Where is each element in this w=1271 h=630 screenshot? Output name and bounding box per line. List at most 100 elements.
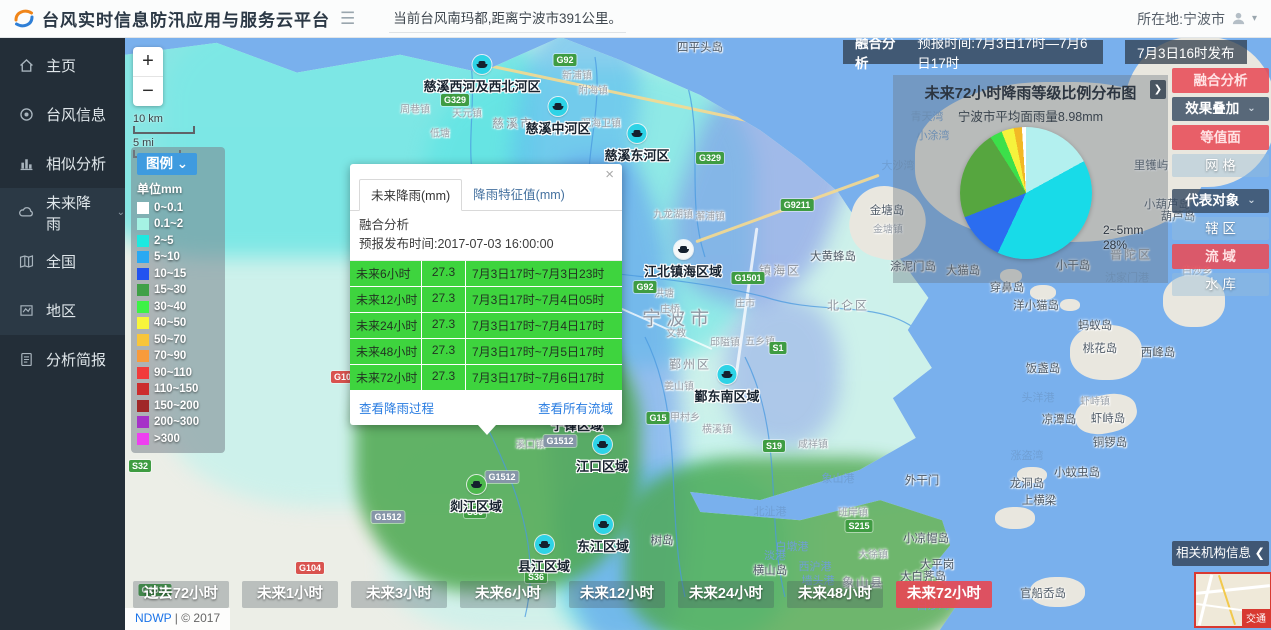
road-badge: G1512: [543, 435, 576, 447]
popup-table-row: 未来6小时27.37月3日17时~7月3日23时: [350, 261, 622, 287]
map-canvas[interactable]: 宁波市慈溪市鄞州区镇海区北仑区普陀区象山县金塘镇周巷镇天元镇低塘新浦镇附海镇观海…: [125, 37, 1271, 630]
popup-tab-1[interactable]: 降雨特征值(mm): [462, 179, 576, 211]
time-button-0[interactable]: 过去72小时: [133, 581, 229, 608]
view-all-basins-link[interactable]: 查看所有流域: [538, 398, 613, 417]
time-button-2[interactable]: 未来3小时: [351, 581, 447, 608]
basin-marker[interactable]: 剡江区域: [450, 475, 502, 515]
sidebar-item-label: 主页: [46, 55, 76, 76]
map-label-town: 附海镇: [578, 82, 608, 97]
layer-control-label: 融合分析: [1194, 73, 1248, 88]
legend-swatch: [137, 433, 149, 445]
time-button-6[interactable]: 未来48小时: [787, 581, 883, 608]
sidebar-item-home[interactable]: 主页: [0, 41, 125, 90]
layer-control-0[interactable]: 融合分析: [1172, 68, 1269, 93]
basin-marker[interactable]: 慈溪东河区: [604, 124, 669, 164]
legend-swatch: [137, 367, 149, 379]
legend-toggle-button[interactable]: 图例 ⌄: [137, 153, 197, 175]
layer-control-4[interactable]: 代表对象⌄: [1172, 189, 1269, 213]
basin-marker[interactable]: 慈溪中河区: [525, 97, 590, 137]
sidebar-item-similar-analysis[interactable]: 相似分析: [0, 139, 125, 188]
basin-marker-icon: [466, 475, 485, 494]
basin-marker[interactable]: 县江区域: [518, 535, 570, 575]
sidebar-item-national[interactable]: 全国: [0, 237, 125, 286]
legend-item: 10~15: [137, 268, 219, 280]
legend-range-label: 30~40: [154, 301, 186, 313]
layer-control-1[interactable]: 效果叠加⌄: [1172, 97, 1269, 121]
sidebar-item-district[interactable]: 地区: [0, 286, 125, 335]
zoom-in-button[interactable]: +: [133, 47, 163, 76]
traffic-minimap[interactable]: 交通: [1194, 572, 1271, 628]
location-selector[interactable]: 所在地:宁波市 ▾: [1137, 9, 1257, 29]
row-value: 27.3: [422, 365, 466, 390]
legend-item: 15~30: [137, 284, 219, 296]
map-label-island: 上横梁: [1022, 492, 1057, 508]
basin-marker[interactable]: 江北镇海区域: [644, 240, 722, 280]
popup-rain-table: 未来6小时27.37月3日17时~7月3日23时未来12小时27.37月3日17…: [350, 261, 622, 391]
map-label-island: 凉潭岛: [1042, 411, 1077, 427]
layer-control-3[interactable]: 网 格: [1172, 154, 1269, 177]
basin-marker[interactable]: 东江区域: [577, 515, 629, 555]
basin-marker-label: 剡江区域: [450, 496, 502, 515]
forecast-range-label: 预报时间:7月3日17时—7月6日17时: [917, 37, 1091, 72]
time-button-3[interactable]: 未来6小时: [460, 581, 556, 608]
legend-item: 50~70: [137, 334, 219, 346]
map-label-island: 大黄蜂岛: [810, 248, 856, 264]
layer-control-7[interactable]: 水 库: [1172, 273, 1269, 296]
map-label-town: 周巷镇: [400, 101, 430, 116]
layer-control-5[interactable]: 辖 区: [1172, 217, 1269, 240]
time-button-1[interactable]: 未来1小时: [242, 581, 338, 608]
view-rain-process-link[interactable]: 查看降雨过程: [359, 398, 434, 417]
typhoon-status-text: 当前台风南玛都,距离宁波市391公里。: [389, 4, 626, 33]
rain-distribution-panel: 未来72小时降雨等级比例分布图 ❯ 宁波市平均面雨量8.98mm 2~5mm 2…: [893, 75, 1168, 283]
chevron-left-icon: ❮: [1255, 546, 1265, 560]
legend-swatch: [137, 400, 149, 412]
legend-range-label: 70~90: [154, 350, 186, 362]
boat-icon: [538, 544, 549, 548]
popup-publish-time: 预报发布时间:2017-07-03 16:00:00: [359, 235, 613, 254]
legend-item: 70~90: [137, 350, 219, 362]
row-period: 未来12小时: [350, 287, 422, 312]
basin-marker[interactable]: 鄞东南区域: [694, 365, 759, 405]
sidebar-item-future-rain[interactable]: 未来降雨⌄: [0, 188, 125, 237]
time-button-5[interactable]: 未来24小时: [678, 581, 774, 608]
layer-control-6[interactable]: 流 域: [1172, 244, 1269, 269]
sidebar-item-analysis-report[interactable]: 分析简报: [0, 335, 125, 384]
ndwp-link[interactable]: NDWP: [135, 611, 171, 625]
sidebar-item-label: 全国: [46, 251, 76, 272]
map-label-island: 桃花岛: [1083, 340, 1118, 356]
map-label-town: 邱隘镇: [710, 334, 740, 349]
basin-marker-icon: [548, 97, 567, 116]
basin-marker-label: 慈溪中河区: [525, 118, 590, 137]
legend-swatch: [137, 218, 149, 230]
basin-marker[interactable]: 江口区域: [576, 435, 628, 475]
map-label-island: 饭盏岛: [1026, 360, 1061, 376]
panel-collapse-button[interactable]: ❯: [1150, 80, 1166, 99]
time-button-7[interactable]: 未来72小时: [896, 581, 992, 608]
map-label-island: 西峰岛: [1141, 344, 1176, 360]
time-button-4[interactable]: 未来12小时: [569, 581, 665, 608]
traffic-tag: 交通: [1242, 609, 1270, 626]
legend-range-label: 110~150: [154, 383, 198, 395]
boat-icon: [631, 133, 642, 137]
legend-item: 5~10: [137, 251, 219, 263]
map-label-town: 庄桥: [660, 301, 680, 316]
map-label-island: 小凉帽岛: [903, 530, 949, 546]
basin-marker[interactable]: 慈溪西河及西北河区: [423, 55, 540, 95]
legend-swatch: [137, 268, 149, 280]
legend-range-label: 90~110: [154, 367, 192, 379]
row-value: 27.3: [422, 261, 466, 286]
panel-subtitle: 宁波市平均面雨量8.98mm: [893, 106, 1168, 125]
sidebar-item-typhoon-info[interactable]: 台风信息: [0, 90, 125, 139]
close-icon[interactable]: ×: [605, 167, 614, 182]
zoom-out-button[interactable]: −: [133, 76, 163, 106]
map-label-island: 龙洞岛: [1010, 475, 1045, 491]
layer-control-2[interactable]: 等值面: [1172, 125, 1269, 150]
pie-datalabel-percent: 28%: [1103, 238, 1143, 253]
related-org-info-button[interactable]: 相关机构信息 ❮: [1172, 541, 1269, 566]
chevron-down-icon: ⌄: [177, 156, 188, 171]
rain-grade-pie-chart[interactable]: [960, 127, 1092, 259]
menu-toggle-icon[interactable]: ☰: [340, 9, 355, 29]
popup-tab-0[interactable]: 未来降雨(mm): [359, 179, 462, 211]
boat-icon: [476, 64, 487, 68]
basin-marker-label: 慈溪东河区: [604, 145, 669, 164]
